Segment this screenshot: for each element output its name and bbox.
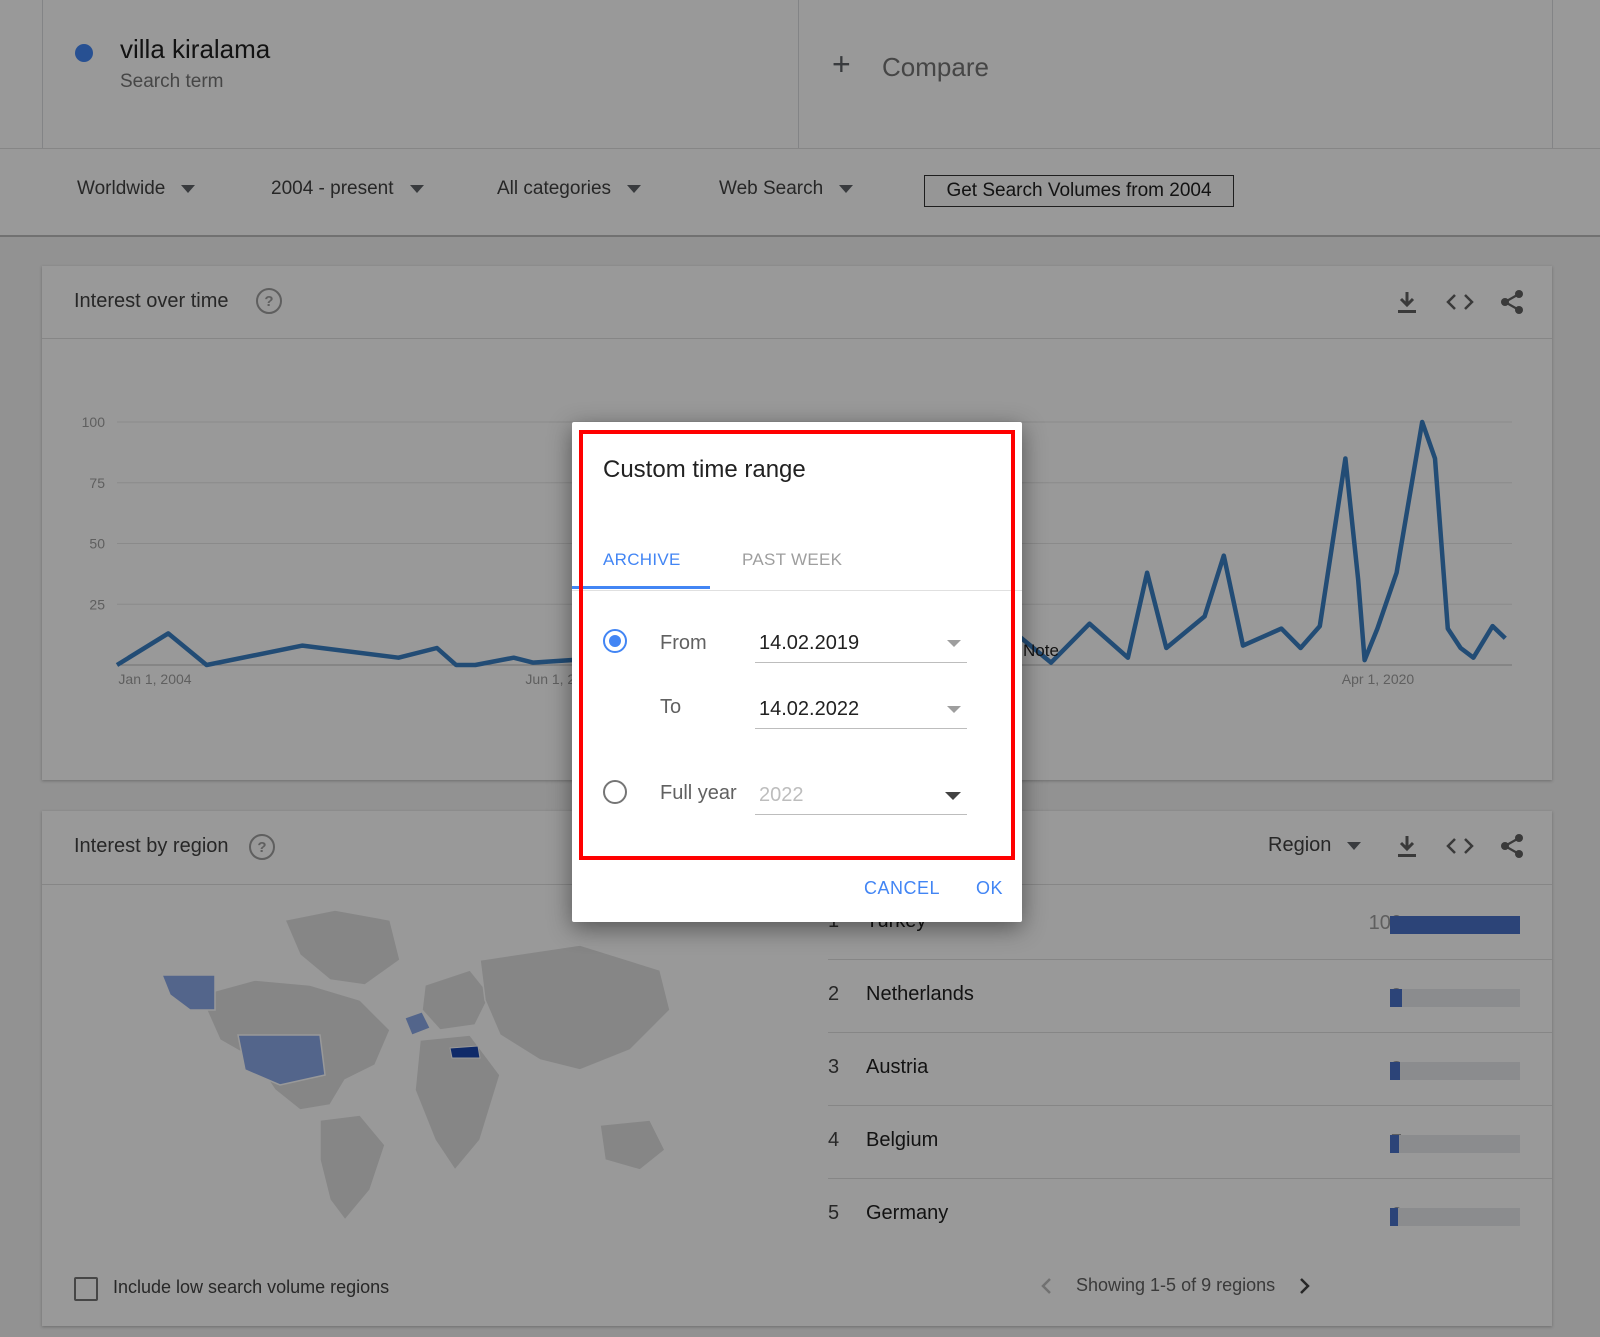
highlight-annotation-box <box>579 430 1015 860</box>
ok-button[interactable]: OK <box>976 878 1003 899</box>
cancel-button[interactable]: CANCEL <box>864 878 940 899</box>
